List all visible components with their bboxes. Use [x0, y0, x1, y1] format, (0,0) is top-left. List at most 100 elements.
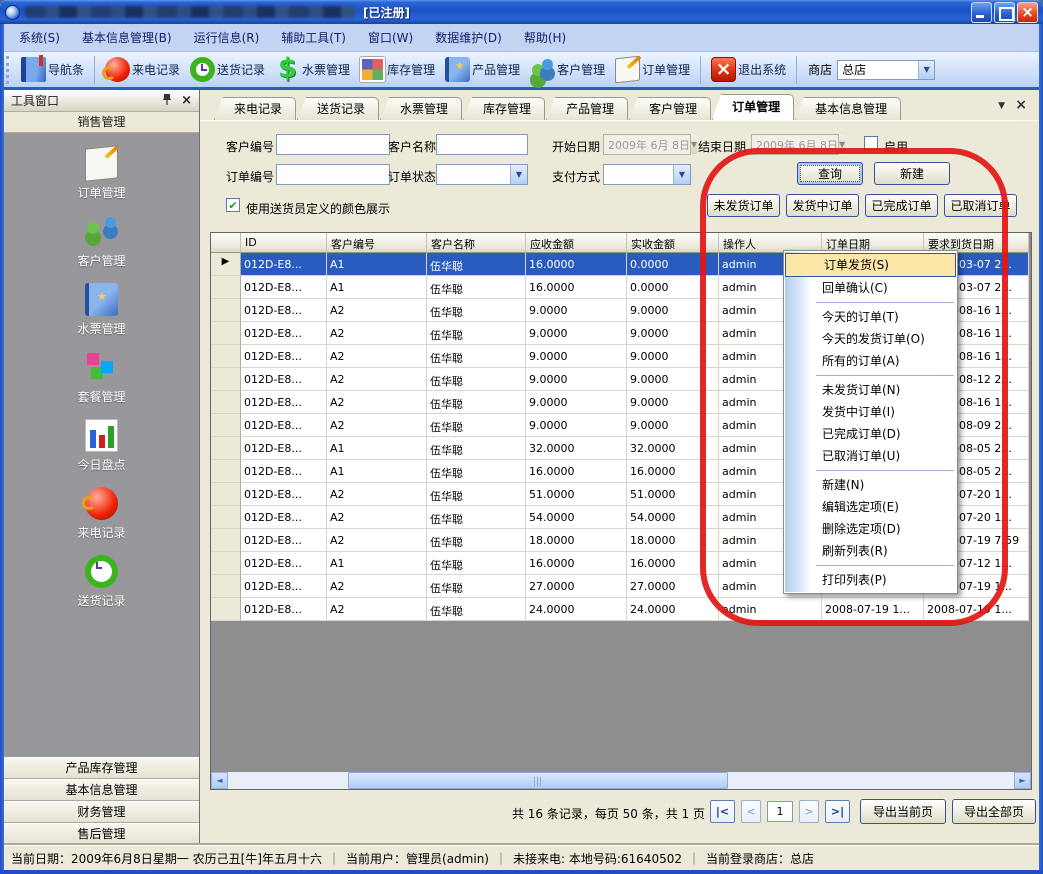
context-menu-item[interactable]: 已取消订单(U) — [784, 445, 957, 467]
order-status-filter-button[interactable]: 已取消订单 — [944, 194, 1017, 217]
start-date-picker[interactable]: 2009年 6月 8日 ▼ — [603, 134, 691, 155]
cell: 伍华聪 — [427, 253, 526, 276]
toolbar-button[interactable]: 水票管理 — [270, 55, 355, 84]
tab[interactable]: 来电记录 — [214, 97, 296, 120]
context-menu-item[interactable]: 打印列表(P) — [784, 569, 957, 591]
record-summary: 共 16 条记录，每页 50 条，共 1 页 — [380, 805, 705, 822]
menu-item[interactable]: 帮助(H) — [513, 25, 577, 50]
tab[interactable]: 产品管理 — [546, 97, 628, 120]
scrollbar-track[interactable] — [228, 772, 1014, 789]
call-record-icon — [105, 57, 130, 82]
column-header[interactable]: 客户编号 — [327, 233, 427, 253]
toolbar-button[interactable]: 库存管理 — [355, 55, 440, 84]
toolbar-button[interactable]: 客户管理 — [525, 55, 610, 84]
column-header[interactable]: 客户名称 — [427, 233, 526, 253]
context-menu-item[interactable]: 订单发货(S) — [785, 253, 956, 277]
sidebar-group-button[interactable]: 财务管理 — [4, 801, 199, 823]
chevron-down-icon[interactable]: ▼ — [998, 101, 1005, 111]
export-all-pages-button[interactable]: 导出全部页 — [952, 799, 1036, 824]
sidebar-item[interactable]: 水票管理 — [77, 283, 125, 337]
row-selector — [211, 345, 241, 368]
cell: 012D-E8... — [241, 368, 327, 391]
column-header[interactable]: 应收金额 — [526, 233, 627, 253]
context-menu-item[interactable]: 新建(N) — [784, 474, 957, 496]
context-menu-item[interactable]: 编辑选定项(E) — [784, 496, 957, 518]
chevron-down-icon: ▼ — [673, 165, 690, 184]
tab[interactable]: 基本信息管理 — [795, 97, 901, 120]
tab[interactable]: 水票管理 — [380, 97, 462, 120]
context-menu-item[interactable]: 已完成订单(D) — [784, 423, 957, 445]
cell: 伍华聪 — [427, 345, 526, 368]
context-menu-item[interactable]: 刷新列表(R) — [784, 540, 957, 562]
sidebar-group-button[interactable]: 基本信息管理 — [4, 779, 199, 801]
context-menu-item[interactable]: 今天的发货订单(O) — [784, 328, 957, 350]
menu-item[interactable]: 窗口(W) — [357, 25, 424, 50]
sidebar-item[interactable]: 客户管理 — [77, 215, 125, 269]
toolbar-button[interactable]: 订单管理 — [610, 55, 695, 84]
context-menu-item[interactable]: 今天的订单(T) — [784, 306, 957, 328]
sidebar-group-button[interactable]: 售后管理 — [4, 823, 199, 845]
context-menu-item[interactable]: 所有的订单(A) — [784, 350, 957, 372]
table-row[interactable]: 012D-E8...A2伍华聪24.000024.0000admin2008-0… — [211, 598, 1029, 621]
new-button[interactable]: 新建 — [874, 162, 950, 185]
sidebar-item[interactable]: 订单管理 — [77, 147, 125, 201]
sidebar-item[interactable]: 来电记录 — [77, 487, 125, 541]
minimize-button[interactable] — [971, 2, 992, 23]
menu-item[interactable]: 运行信息(R) — [183, 25, 271, 50]
sidebar-item[interactable]: 送货记录 — [77, 555, 125, 609]
scrollbar-thumb[interactable] — [348, 772, 728, 789]
horizontal-scrollbar[interactable]: ◄ ► — [211, 772, 1031, 789]
customer-name-input[interactable] — [436, 134, 528, 155]
export-current-page-button[interactable]: 导出当前页 — [860, 799, 946, 824]
column-header[interactable]: 实收金额 — [627, 233, 719, 253]
context-menu-item[interactable]: 删除选定项(D) — [784, 518, 957, 540]
delivery-color-checkbox[interactable]: ✔ — [226, 198, 240, 212]
order-status-select[interactable]: ▼ — [436, 164, 528, 185]
menu-item[interactable]: 数据维护(D) — [424, 25, 513, 50]
next-page-button[interactable]: > — [799, 800, 819, 823]
tab[interactable]: 库存管理 — [463, 97, 545, 120]
tab[interactable]: 订单管理 — [712, 94, 794, 120]
sidebar-group-button[interactable]: 产品库存管理 — [4, 757, 199, 779]
tab[interactable]: 客户管理 — [629, 97, 711, 120]
pay-method-select[interactable]: ▼ — [603, 164, 691, 185]
context-menu-item[interactable]: 未发货订单(N) — [784, 379, 957, 401]
scroll-left-icon[interactable]: ◄ — [211, 772, 228, 789]
maximize-button[interactable] — [994, 2, 1015, 23]
toolbar-button[interactable]: 送货记录 — [185, 55, 270, 84]
tab[interactable]: 送货记录 — [297, 97, 379, 120]
start-date-label: 开始日期 — [552, 138, 600, 155]
close-icon[interactable]: × — [1015, 97, 1027, 113]
tool-window-close-icon[interactable]: × — [181, 94, 192, 107]
toolbar-button[interactable]: 退出系统 — [706, 55, 791, 84]
context-menu-item[interactable]: 发货中订单(I) — [784, 401, 957, 423]
query-button[interactable]: 查询 — [797, 162, 863, 185]
last-page-button[interactable]: >| — [825, 800, 850, 823]
sidebar-item[interactable]: 今日盘点 — [77, 419, 125, 473]
page-number-input[interactable] — [767, 801, 793, 822]
sidebar-item[interactable]: 套餐管理 — [77, 351, 125, 405]
order-status-filter-button[interactable]: 发货中订单 — [786, 194, 859, 217]
menu-item[interactable]: 基本信息管理(B) — [71, 25, 183, 50]
order-status-filter-button[interactable]: 未发货订单 — [707, 194, 780, 217]
enable-checkbox[interactable] — [864, 136, 878, 150]
prev-page-button[interactable]: < — [741, 800, 761, 823]
toolbar-button[interactable]: 产品管理 — [440, 55, 525, 84]
end-date-picker[interactable]: 2009年 6月 8日 ▼ — [751, 134, 839, 155]
pin-icon[interactable] — [162, 93, 172, 109]
close-button[interactable] — [1017, 2, 1038, 23]
menu-item[interactable]: 系统(S) — [8, 25, 71, 50]
shop-select[interactable]: 总店▼ — [837, 60, 935, 80]
order-no-input[interactable] — [276, 164, 390, 185]
context-menu-item[interactable]: 回单确认(C) — [784, 277, 957, 299]
toolbar-button[interactable]: 导航条 — [16, 55, 89, 84]
menu-item[interactable]: 辅助工具(T) — [270, 25, 357, 50]
first-page-button[interactable]: |< — [710, 800, 735, 823]
order-status-filter-button[interactable]: 已完成订单 — [865, 194, 938, 217]
cell: 0.0000 — [627, 253, 719, 276]
scroll-right-icon[interactable]: ► — [1014, 772, 1031, 789]
toolbar-button[interactable]: 来电记录 — [100, 55, 185, 84]
customer-no-input[interactable] — [276, 134, 390, 155]
sidebar-group-sales[interactable]: 销售管理 — [4, 112, 199, 133]
column-header[interactable]: ID — [241, 233, 327, 253]
